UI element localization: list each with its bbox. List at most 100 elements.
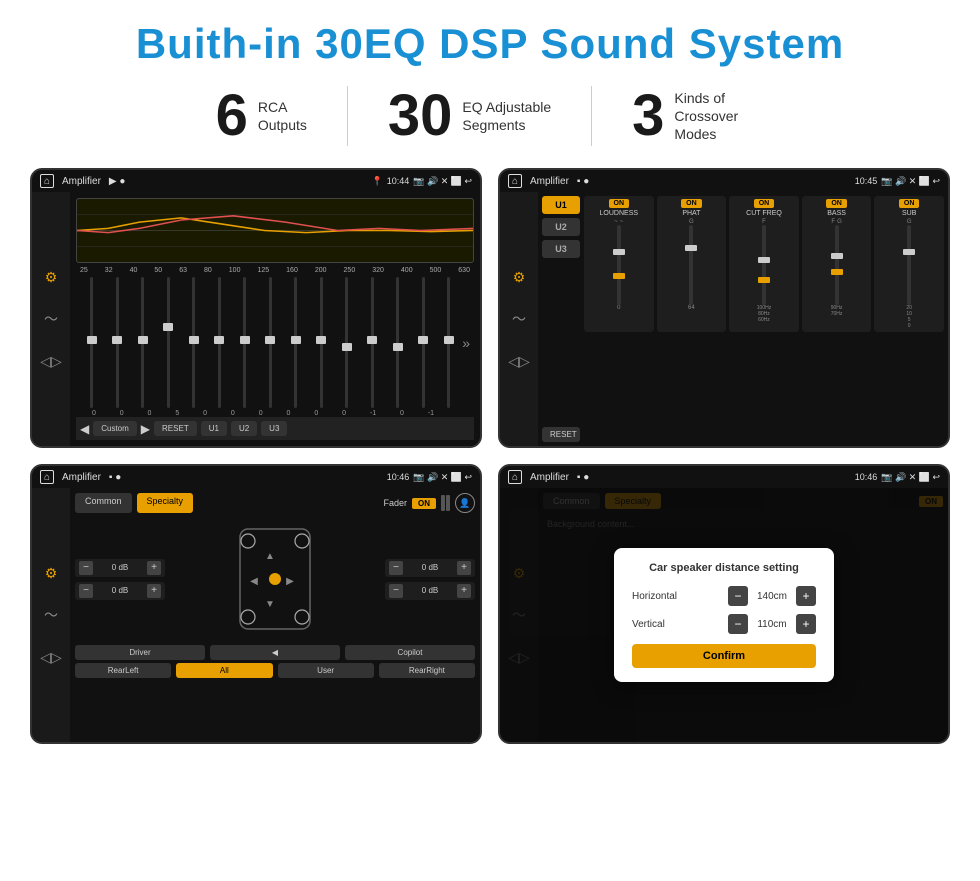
fader-tab-common[interactable]: Common: [75, 493, 132, 513]
eq-slider-13[interactable]: [386, 277, 409, 408]
dialog-horizontal-minus[interactable]: −: [728, 586, 748, 606]
dialog-horizontal-label: Horizontal: [632, 591, 692, 602]
dialog-confirm-button[interactable]: Confirm: [632, 644, 816, 668]
fader-right-col: − 0 dB + − 0 dB +: [385, 559, 475, 600]
dialog-home-icon[interactable]: ⌂: [508, 470, 522, 484]
dialog-vertical-stepper: − 110cm +: [728, 614, 816, 634]
fader-rr-minus[interactable]: −: [389, 584, 403, 598]
eq-sliders: »: [76, 277, 474, 408]
fader-fl-plus[interactable]: +: [147, 561, 161, 575]
fader-label: Fader: [383, 498, 407, 508]
eq-wave-icon[interactable]: 〜: [39, 307, 63, 331]
eq-next-icon[interactable]: »: [462, 335, 470, 351]
eq-slider-12[interactable]: [360, 277, 383, 408]
stat-rca: 6 RCAOutputs: [176, 87, 347, 145]
eq-u3-button[interactable]: U3: [261, 421, 287, 436]
eq-slider-7[interactable]: [233, 277, 256, 408]
dialog-horizontal-plus[interactable]: +: [796, 586, 816, 606]
dialog-vertical-minus[interactable]: −: [728, 614, 748, 634]
fader-rl-plus[interactable]: +: [147, 584, 161, 598]
eq-slider-14[interactable]: [411, 277, 434, 408]
eq-slider-2[interactable]: [105, 277, 128, 408]
eq-curve-svg: [77, 199, 473, 262]
dialog-vertical-plus[interactable]: +: [796, 614, 816, 634]
sub-slider[interactable]: [907, 225, 911, 305]
fader-rr-plus[interactable]: +: [457, 584, 471, 598]
cutfreq-channel: ON CUT FREQ F 100Hz80Hz60Hz: [729, 196, 799, 332]
crossover-content: ⚙ 〜 ◁▷ U1 U2 U3 RESET ON: [500, 192, 948, 446]
fader-arrow-left[interactable]: ◀: [210, 645, 340, 660]
fader-copilot-button[interactable]: Copilot: [345, 645, 475, 660]
phat-slider[interactable]: [689, 225, 693, 305]
crossover-reset-button[interactable]: RESET: [542, 427, 580, 442]
eq-next-button[interactable]: ▶: [141, 422, 150, 436]
fader-rr-value: 0 dB: [406, 586, 454, 595]
crossover-u1-button[interactable]: U1: [542, 196, 580, 214]
eq-slider-3[interactable]: [131, 277, 154, 408]
stat-rca-label: RCAOutputs: [258, 98, 307, 134]
eq-reset-button[interactable]: RESET: [154, 421, 197, 436]
stat-crossover-number: 3: [632, 87, 664, 145]
eq-slider-15[interactable]: [437, 277, 460, 408]
home-icon[interactable]: ⌂: [40, 174, 54, 188]
dialog-status-right: 10:46 📷 🔊 ✕ ⬜ ↩: [855, 472, 940, 483]
fader-rearright-button[interactable]: RearRight: [379, 663, 475, 678]
eq-location-icon: 📍: [372, 176, 383, 187]
crossover-filter-icon[interactable]: ⚙: [507, 265, 531, 289]
cutfreq-slider[interactable]: [762, 225, 766, 305]
crossover-home-icon[interactable]: ⌂: [508, 174, 522, 188]
eq-slider-4[interactable]: [156, 277, 179, 408]
crossover-status-right: 10:45 📷 🔊 ✕ ⬜ ↩: [855, 176, 940, 187]
crossover-u2-button[interactable]: U2: [542, 218, 580, 236]
bass-channel: ON BASS FG 90Hz70Hz: [802, 196, 872, 332]
eq-slider-9[interactable]: [284, 277, 307, 408]
fader-wave-icon[interactable]: 〜: [39, 603, 63, 627]
fader-home-icon[interactable]: ⌂: [40, 470, 54, 484]
eq-slider-8[interactable]: [258, 277, 281, 408]
eq-slider-10[interactable]: [309, 277, 332, 408]
fader-app-name: Amplifier: [62, 472, 101, 483]
fader-rearleft-button[interactable]: RearLeft: [75, 663, 171, 678]
fader-status-bar: ⌂ Amplifier ▪ ● 10:46 📷 🔊 ✕ ⬜ ↩: [32, 466, 480, 488]
fader-fl-minus[interactable]: −: [79, 561, 93, 575]
eq-vol-icon[interactable]: ◁▷: [39, 349, 63, 373]
fader-left-col: − 0 dB + − 0 dB +: [75, 559, 165, 600]
fader-filter-icon[interactable]: ⚙: [39, 561, 63, 585]
fader-tab-specialty[interactable]: Specialty: [137, 493, 194, 513]
eq-u2-button[interactable]: U2: [231, 421, 257, 436]
dialog-app-name: Amplifier: [530, 472, 569, 483]
crossover-u3-button[interactable]: U3: [542, 240, 580, 258]
eq-u1-button[interactable]: U1: [201, 421, 227, 436]
fader-screen: ⌂ Amplifier ▪ ● 10:46 📷 🔊 ✕ ⬜ ↩ ⚙ 〜 ◁▷: [30, 464, 482, 744]
dialog-screen: ⌂ Amplifier ▪ ● 10:46 📷 🔊 ✕ ⬜ ↩ ⚙ 〜 ◁▷: [498, 464, 950, 744]
fader-on-badge: ON: [412, 498, 436, 509]
fader-driver-button[interactable]: Driver: [75, 645, 205, 660]
loudness-slider[interactable]: [617, 225, 621, 305]
fader-user-button[interactable]: User: [278, 663, 374, 678]
eq-prev-button[interactable]: ◀: [80, 422, 89, 436]
fader-bottom-buttons: Driver ◀ Copilot: [75, 645, 475, 660]
eq-slider-1[interactable]: [80, 277, 103, 408]
eq-slider-6[interactable]: [207, 277, 230, 408]
crossover-vol-icon[interactable]: ◁▷: [507, 349, 531, 373]
fader-fr-minus[interactable]: −: [389, 561, 403, 575]
fader-rl-minus[interactable]: −: [79, 584, 93, 598]
dialog-horizontal-stepper: − 140cm +: [728, 586, 816, 606]
phat-on-badge: ON: [681, 199, 702, 208]
crossover-mode-icons: ▪ ●: [577, 176, 589, 187]
fader-all-button[interactable]: All: [176, 663, 272, 678]
fader-time: 10:46: [387, 472, 410, 482]
fader-vol-icon[interactable]: ◁▷: [39, 645, 63, 669]
eq-filter-icon[interactable]: ⚙: [39, 265, 63, 289]
crossover-channels-area: ON LOUDNESS ~~ 0 ON: [584, 196, 944, 442]
eq-status-left: ⌂ Amplifier ▶ ●: [40, 174, 125, 188]
fader-fr-plus[interactable]: +: [457, 561, 471, 575]
eq-slider-5[interactable]: [182, 277, 205, 408]
svg-text:◀: ◀: [250, 576, 258, 587]
eq-slider-11[interactable]: [335, 277, 358, 408]
eq-main-area: 2532 4050 6380 100125 160200 250320 4005…: [70, 192, 480, 446]
dialog-vertical-label: Vertical: [632, 619, 692, 630]
crossover-wave-icon[interactable]: 〜: [507, 307, 531, 331]
stat-rca-number: 6: [216, 87, 248, 145]
bass-slider[interactable]: [835, 225, 839, 305]
